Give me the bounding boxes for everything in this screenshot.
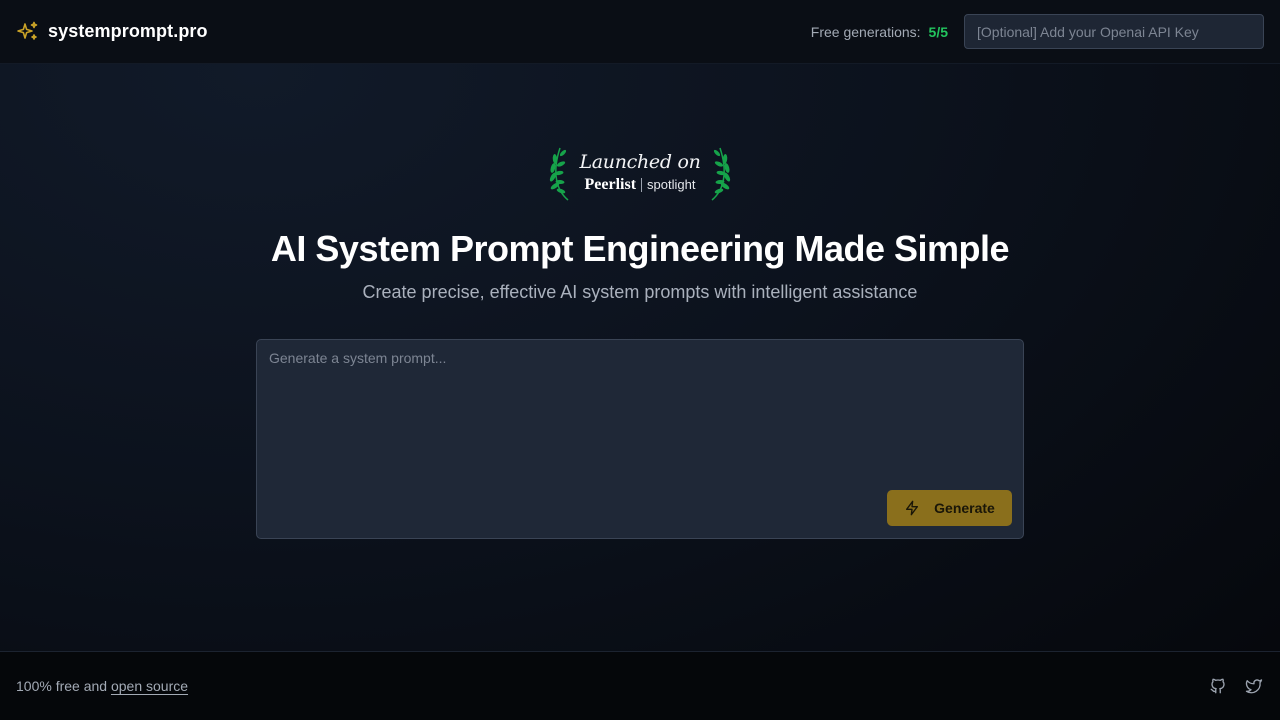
prompt-input-box: Generate	[256, 339, 1024, 539]
brand[interactable]: systemprompt.pro	[16, 20, 208, 44]
footer-prefix: 100% free and	[16, 678, 108, 694]
free-generations-label: Free generations:	[810, 23, 921, 40]
peerlist-launch-badge[interactable]: Launched on Peerlist spotlight	[548, 140, 732, 204]
spotlight-text: spotlight	[647, 177, 696, 192]
generate-label: Generate	[934, 500, 995, 516]
page-subtitle: Create precise, effective AI system prom…	[362, 282, 918, 302]
top-navbar: systemprompt.pro Free generations: 5/5	[0, 0, 1280, 64]
laurel-right-icon	[708, 142, 732, 202]
peerlist-brand: Peerlist	[584, 175, 637, 193]
free-generations: Free generations: 5/5	[811, 24, 948, 40]
open-source-link[interactable]: open source	[111, 678, 188, 694]
divider	[641, 177, 643, 192]
twitter-icon[interactable]	[1244, 676, 1264, 696]
footer-text: 100% free and open source	[16, 678, 188, 694]
footer: 100% free and open source	[0, 651, 1280, 720]
laurel-left-icon	[548, 142, 572, 202]
api-key-input[interactable]	[964, 14, 1264, 49]
brand-name: systemprompt.pro	[48, 21, 208, 41]
github-icon[interactable]	[1208, 676, 1228, 696]
lightning-icon	[904, 500, 920, 516]
launched-on-text: Launched on	[579, 150, 701, 173]
page-title: AI System Prompt Engineering Made Simple	[270, 228, 1010, 269]
sparkles-icon	[16, 20, 40, 44]
generate-button[interactable]: Generate	[887, 490, 1012, 526]
free-generations-count: 5/5	[928, 23, 948, 40]
